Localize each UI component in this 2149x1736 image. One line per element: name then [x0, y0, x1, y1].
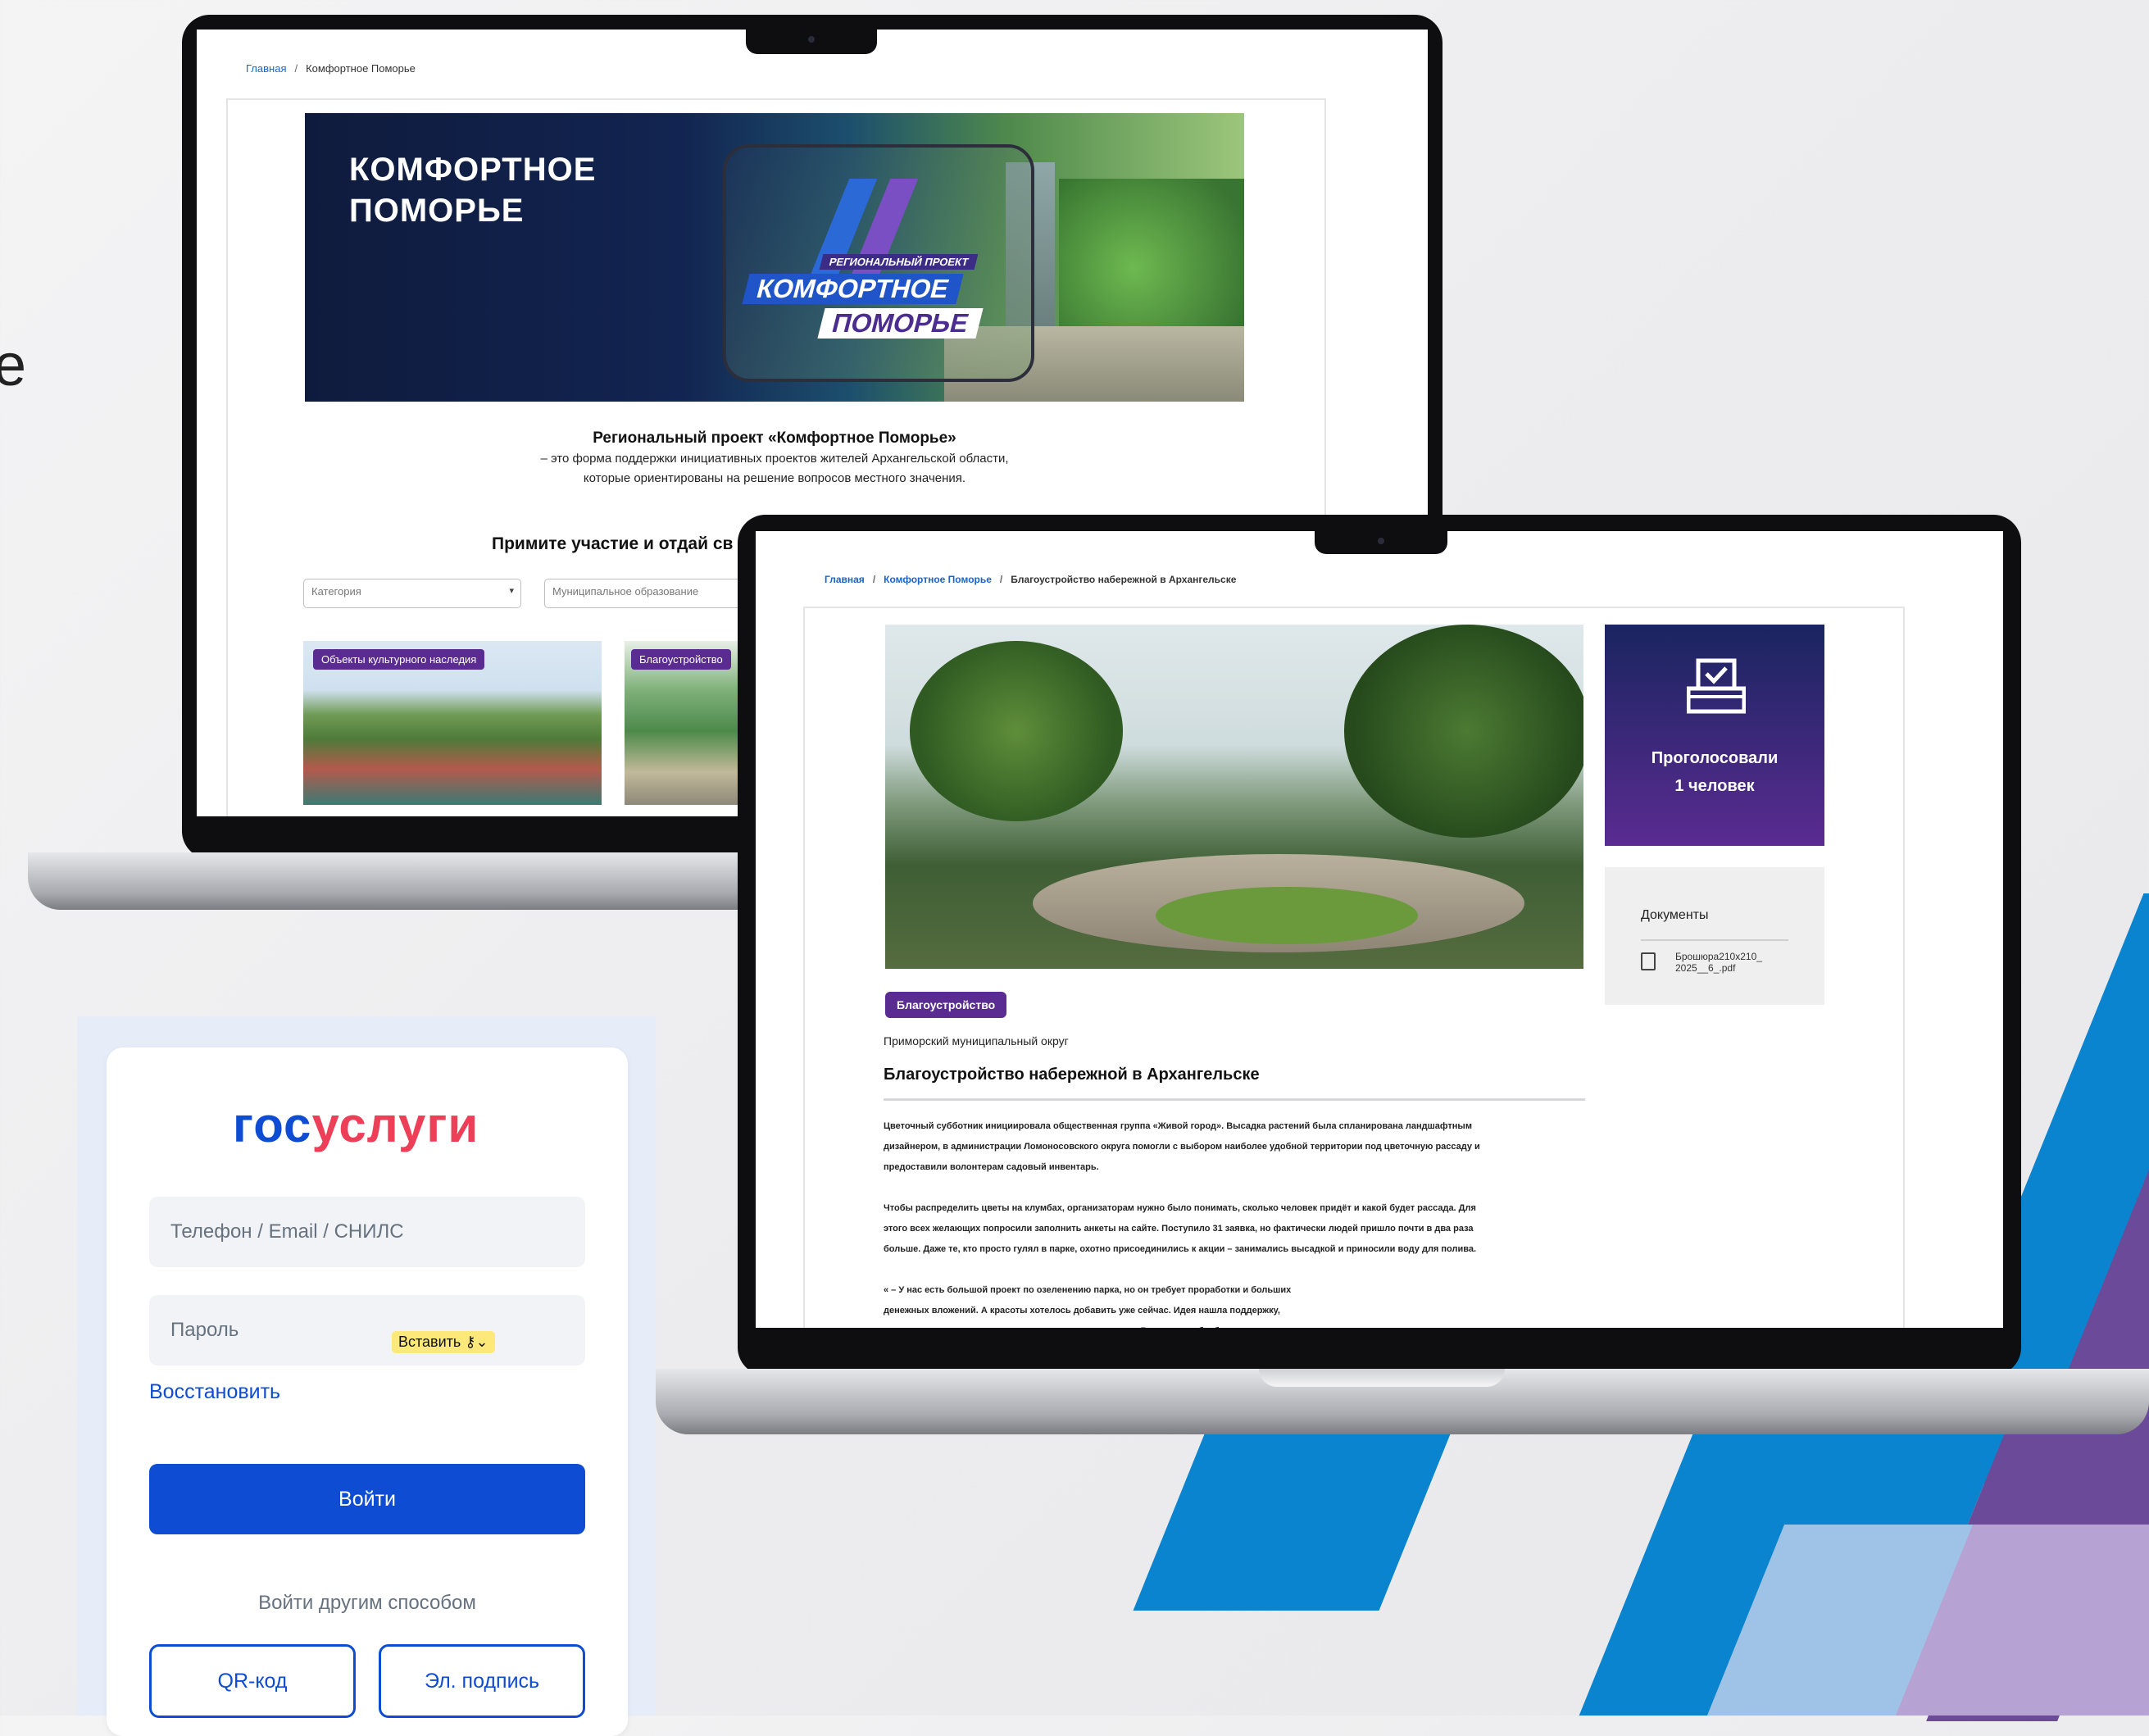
vote-count: 1 человек	[1674, 777, 1755, 795]
password-input-placeholder: Пароль	[170, 1319, 239, 1341]
category-select[interactable]: Категория ▾	[303, 579, 521, 608]
logo-part-uslugi: услуги	[311, 1097, 479, 1152]
paste-label: Вставить	[398, 1334, 461, 1350]
logo-word-2: ПОМОРЬЕ	[817, 308, 984, 339]
body-line: денежных вложений. А красоты хотелось до…	[884, 1306, 1280, 1316]
intro-line1: – это форма поддержки инициативных проек…	[540, 452, 1009, 466]
documents-panel: Документы Брошюра210х210_ 2025__6_.pdf	[1605, 867, 1824, 1005]
body-line: предоставили волонтерам садовый инвентар…	[884, 1162, 1099, 1172]
alt-login-label: Войти другим способом	[258, 1592, 476, 1614]
body-line: Чтобы распределить цветы на клумбах, орг…	[884, 1203, 1476, 1213]
qr-login-button[interactable]: QR-код	[149, 1644, 356, 1718]
login-input[interactable]: Телефон / Email / СНИЛС	[149, 1197, 585, 1267]
decor-blue-stripe-low	[1133, 1418, 1457, 1611]
body-line: дизайнером, в администрации Ломоносовско…	[884, 1142, 1480, 1152]
breadcrumb: Главная / Комфортное Поморье	[246, 62, 416, 75]
banner-title-line2: ПОМОРЬЕ	[349, 193, 525, 229]
tree-right	[1344, 625, 1583, 838]
breadcrumb-separator: /	[872, 574, 876, 585]
municipality-label: Приморский муниципальный округ	[884, 1034, 1069, 1048]
breadcrumb-separator: /	[999, 574, 1003, 585]
password-input[interactable]: Пароль	[149, 1295, 585, 1366]
edge-text-fragment: е	[0, 333, 27, 398]
chevron-down-icon: ▾	[509, 586, 514, 596]
login-card: госуслуги Телефон / Email / СНИЛС Пароль…	[107, 1048, 628, 1736]
vote-label: Проголосовали	[1651, 749, 1779, 767]
breadcrumb-separator: /	[294, 62, 298, 75]
document-file-link[interactable]: Брошюра210х210_ 2025__6_.pdf	[1675, 951, 1762, 974]
body-line: люди приносили рассаду в дар или купили …	[884, 1321, 1605, 1328]
body-line	[884, 1260, 1605, 1280]
banner-title: КОМФОРТНОЕ ПОМОРЬЕ	[349, 149, 596, 231]
breadcrumb: Главная / Комфортное Поморье / Благоустройст…	[825, 574, 1236, 585]
body-line: больше. Даже те, кто просто гулял в парк…	[884, 1244, 1477, 1254]
banner-title-line1: КОМФОРТНОЕ	[349, 152, 597, 188]
body-line	[884, 1178, 1605, 1198]
body-line: Цветочный субботник инициировала обществ…	[884, 1121, 1472, 1131]
documents-divider	[1641, 939, 1788, 941]
breadcrumb-home-link[interactable]: Главная	[246, 62, 286, 75]
document-file-name-1: Брошюра210х210_	[1675, 951, 1762, 962]
card-badge: Объекты культурного наследия	[313, 649, 485, 670]
laptop-front-screen: Главная / Комфортное Поморье / Благоустройст…	[756, 531, 2003, 1328]
body-line: « – У нас есть большой проект по озелене…	[884, 1285, 1292, 1295]
tree-left	[910, 641, 1123, 821]
vote-counter: Проголосовали 1 человек	[1605, 625, 1824, 846]
camera-icon	[808, 36, 815, 43]
key-icon: ⚷⌄	[465, 1334, 488, 1350]
laptop-front-groove	[1259, 1369, 1505, 1387]
project-title: Благоустройство набережной в Архангельск…	[884, 1066, 1260, 1084]
laptop-back-notch	[746, 30, 877, 54]
login-input-placeholder: Телефон / Email / СНИЛС	[170, 1220, 404, 1243]
logo-word-1: КОМФОРТНОЕ	[742, 274, 964, 304]
documents-title: Документы	[1641, 908, 1709, 922]
file-icon	[1641, 952, 1656, 970]
camera-icon	[1378, 538, 1384, 544]
body-line: этого всех желающих попросили заполнить …	[884, 1224, 1474, 1234]
project-banner: КОМФОРТНОЕ ПОМОРЬЕ РЕГИОНАЛЬНЫЙ ПРОЕКТ К…	[305, 113, 1244, 402]
restore-password-link[interactable]: Восстановить	[149, 1380, 280, 1404]
category-tag[interactable]: Благоустройство	[885, 992, 1007, 1018]
lawn	[1156, 887, 1418, 944]
breadcrumb-current: Комфортное Поморье	[306, 62, 416, 75]
title-divider	[884, 1098, 1585, 1101]
intro-line2: которые ориентированы на решение вопросо…	[583, 471, 966, 485]
project-description: Цветочный субботник инициировала обществ…	[884, 1116, 1605, 1328]
logo-part-gos: гос	[233, 1097, 312, 1152]
breadcrumb-current: Благоустройство набережной в Архангельск…	[1011, 574, 1237, 585]
cta-heading: Примите участие и отдай св	[492, 534, 734, 553]
signature-login-button[interactable]: Эл. подпись	[379, 1644, 585, 1718]
login-button[interactable]: Войти	[149, 1464, 585, 1534]
laptop-back-base	[28, 852, 856, 910]
card-badge: Благоустройство	[631, 649, 731, 670]
document-file-name-2: 2025__6_.pdf	[1675, 962, 1736, 974]
category-select-placeholder: Категория	[311, 585, 361, 598]
project-card-1[interactable]: Объекты культурного наследия	[303, 641, 602, 805]
vote-count-text: Проголосовали 1 человек	[1605, 744, 1824, 800]
logo-tag: РЕГИОНАЛЬНЫЙ ПРОЕКТ	[819, 254, 979, 270]
ballot-box-icon	[1687, 658, 1746, 714]
intro-heading: Региональный проект «Комфортное Поморье»	[593, 429, 956, 447]
intro-text: – это форма поддержки инициативных проек…	[305, 449, 1244, 489]
project-hero-image	[885, 625, 1583, 969]
paste-button[interactable]: Вставить ⚷⌄	[392, 1331, 495, 1353]
gosuslugi-logo: госуслуги	[233, 1097, 479, 1153]
breadcrumb-home-link[interactable]: Главная	[825, 574, 865, 585]
breadcrumb-section-link[interactable]: Комфортное Поморье	[884, 574, 992, 585]
municipality-select-placeholder: Муниципальное образование	[552, 585, 699, 598]
laptop-front-notch	[1315, 531, 1447, 554]
